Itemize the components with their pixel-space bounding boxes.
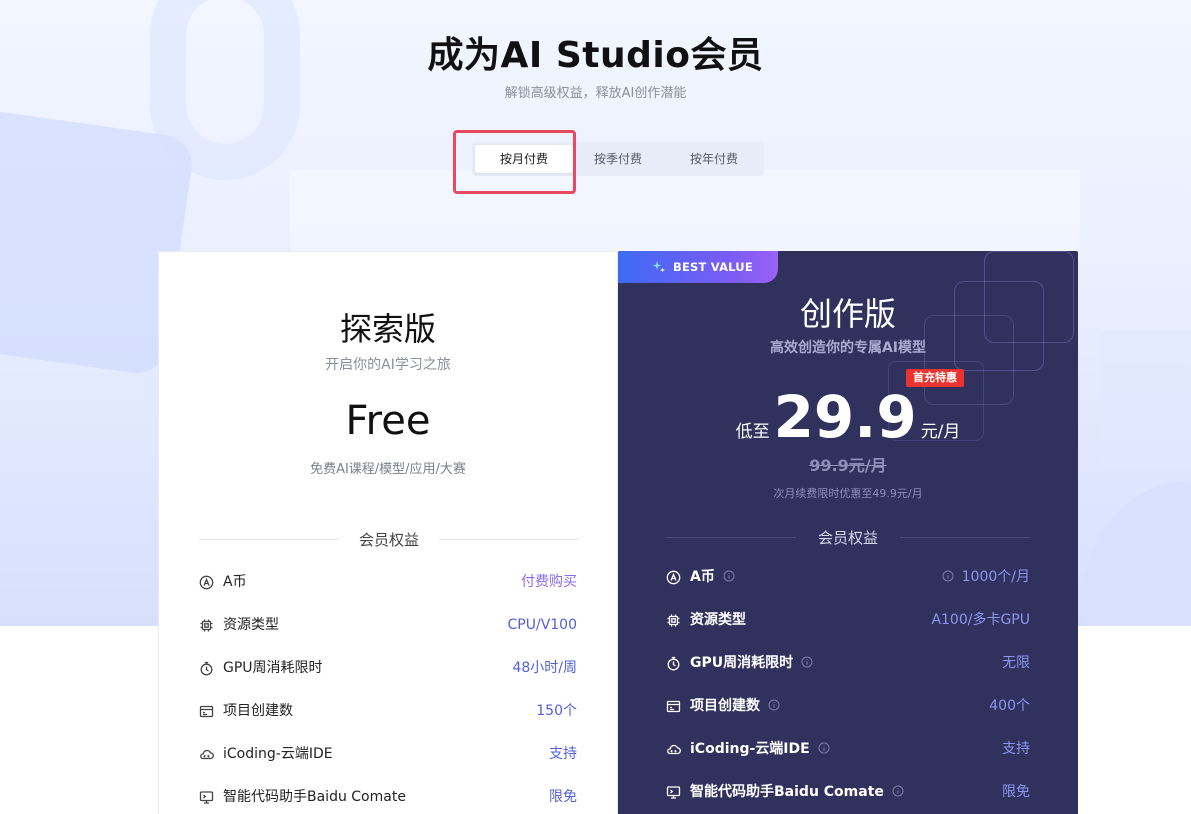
benefit-row-resource: 资源类型 CPU/V100 [199,614,577,636]
plan-includes: 免费AI课程/模型/应用/大赛 [310,462,466,477]
benefit-label-text: 智能代码助手Baidu Comate [690,784,884,800]
benefit-value: 支持 [1002,741,1030,757]
price-row: 低至29.9 元/月 [618,383,1078,451]
divider-line [900,537,1030,538]
benefit-label-text: GPU周消耗限时 [690,655,794,671]
benefit-value: 支持 [549,746,577,762]
benefit-value: 400个 [989,698,1030,714]
benefit-value-text: 1000个/月 [961,569,1030,585]
benefit-label: 资源类型 [223,617,279,633]
price-prefix: 低至 [735,422,770,442]
benefit-label: A币 [223,574,247,590]
benefit-value: 限免 [549,789,577,805]
monitor-icon [666,785,681,800]
plan-title: 探索版 [339,310,436,348]
plan-title: 创作版 [799,295,896,333]
benefit-value: 48小时/周 [512,660,577,676]
tab-quarterly[interactable]: 按季付费 [569,145,667,173]
coin-icon [666,570,681,585]
project-icon [199,704,214,719]
benefit-label: 项目创建数 [690,695,780,717]
benefit-label: GPU周消耗限时 [223,660,323,676]
chip-icon [666,613,681,628]
benefit-row-gpu-time: GPU周消耗限时 无限 [666,652,1030,674]
info-icon[interactable] [892,785,904,797]
divider-line [439,539,579,540]
benefit-label: 项目创建数 [223,703,293,719]
best-value-label: BEST VALUE [673,260,753,274]
benefit-label: GPU周消耗限时 [690,652,813,674]
monitor-icon [199,790,214,805]
benefit-value: CPU/V100 [507,617,577,633]
plan-card-pro: BEST VALUE 创作版 高效创造你的专属AI模型 首充特惠 低至29.9 元… [618,251,1078,814]
benefit-row-coin: A币 1000个/月 [666,566,1030,588]
info-icon[interactable] [942,570,954,582]
benefit-value: 150个 [536,703,577,719]
plan-price: Free [345,398,431,444]
benefit-row-comate: 智能代码助手Baidu Comate 限免 [666,781,1030,803]
page-title: 成为AI Studio会员 [427,35,764,76]
plan-description: 高效创造你的专属AI模型 [769,340,927,356]
plan-card-free: 探索版 开启你的AI学习之旅 Free 免费AI课程/模型/应用/大赛 会员权益… [158,251,618,814]
benefit-value: A100/多卡GPU [931,612,1030,628]
benefit-value-buy-link[interactable]: 付费购买 [521,571,577,593]
benefit-label-text: A币 [690,569,715,585]
hero-decoration [1100,330,1191,470]
plan-description: 开启你的AI学习之旅 [325,357,451,373]
info-icon[interactable] [723,570,735,582]
benefit-label: iCoding-云端IDE [223,746,333,762]
benefit-label-text: 项目创建数 [690,698,760,714]
stopwatch-icon [666,656,681,671]
benefit-label: A币 [690,566,735,588]
cloud-icon [199,747,214,762]
benefit-row-resource: 资源类型 A100/多卡GPU [666,609,1030,631]
benefit-value: 限免 [1002,784,1030,800]
benefits-heading: 会员权益 [199,529,579,549]
benefit-label: 智能代码助手Baidu Comate [223,789,406,805]
benefits-heading: 会员权益 [666,527,1030,547]
original-price: 99.9元/月 [809,456,887,475]
page-subtitle: 解锁高级权益，释放AI创作潜能 [504,86,687,101]
price-unit: 元/月 [920,422,961,442]
benefit-label: iCoding-云端IDE [690,738,830,760]
info-icon[interactable] [768,699,780,711]
benefit-row-icoding: iCoding-云端IDE 支持 [666,738,1030,760]
benefit-row-coin: A币 付费购买 [199,571,577,593]
chip-icon [199,618,214,633]
selection-highlight [453,130,576,194]
benefit-row-gpu-time: GPU周消耗限时 48小时/周 [199,657,577,679]
project-icon [666,699,681,714]
benefit-value: 1000个/月 [942,566,1030,588]
tab-yearly[interactable]: 按年付费 [665,145,763,173]
benefit-row-comate: 智能代码助手Baidu Comate 限免 [199,786,577,808]
info-icon[interactable] [818,742,830,754]
sparkle-icon [652,260,666,274]
best-value-badge: BEST VALUE [618,251,778,283]
coin-icon [199,575,214,590]
benefit-row-icoding: iCoding-云端IDE 支持 [199,743,577,765]
benefit-row-projects: 项目创建数 400个 [666,695,1030,717]
hero-decoration [290,170,1080,260]
benefit-label-text: iCoding-云端IDE [690,741,810,757]
benefit-label: 智能代码助手Baidu Comate [690,781,904,803]
plan-price: 29.9 [773,383,917,451]
benefit-label: 资源类型 [690,612,746,628]
hero-decoration [1085,480,1191,626]
renew-note: 次月续费限时优惠至49.9元/月 [773,487,923,500]
cloud-icon [666,742,681,757]
info-icon[interactable] [801,656,813,668]
benefit-value: 无限 [1002,655,1030,671]
stopwatch-icon [199,661,214,676]
benefit-row-projects: 项目创建数 150个 [199,700,577,722]
